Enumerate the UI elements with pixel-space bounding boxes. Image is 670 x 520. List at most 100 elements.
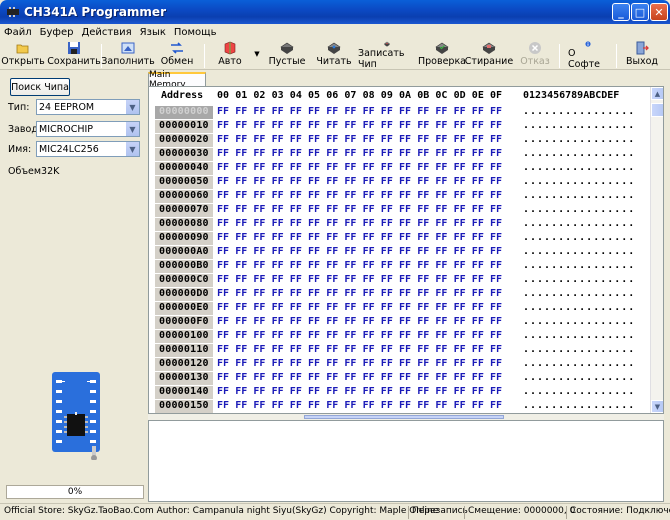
hex-byte[interactable]: FF xyxy=(472,218,484,229)
hex-byte[interactable]: FF xyxy=(308,176,320,187)
hex-byte[interactable]: FF xyxy=(363,260,375,271)
hex-byte[interactable]: FF xyxy=(253,134,265,145)
hex-byte[interactable]: FF xyxy=(290,274,302,285)
hex-byte[interactable]: FF xyxy=(217,344,229,355)
hex-byte[interactable]: FF xyxy=(217,358,229,369)
hex-byte[interactable]: FF xyxy=(363,372,375,383)
hex-row[interactable]: 00000100 FF FF FF FF FF FF FF FF FF FF FF FF FF FF FF FF… xyxy=(149,329,651,343)
verify-button[interactable]: Проверка xyxy=(418,40,466,70)
hex-byte[interactable]: FF xyxy=(344,386,356,397)
hex-byte[interactable]: FF xyxy=(217,204,229,215)
hex-byte[interactable]: FF xyxy=(381,106,393,117)
hex-byte[interactable]: FF xyxy=(417,218,429,229)
hex-byte[interactable]: FF xyxy=(217,260,229,271)
hex-byte[interactable]: FF xyxy=(490,358,502,369)
hex-byte[interactable]: FF xyxy=(399,232,411,243)
hex-byte[interactable]: FF xyxy=(490,246,502,257)
hex-byte[interactable]: FF xyxy=(381,372,393,383)
hex-byte[interactable]: FF xyxy=(363,218,375,229)
hex-byte[interactable]: FF xyxy=(326,218,338,229)
ascii-cell[interactable]: ................ xyxy=(523,204,635,215)
hex-byte[interactable]: FF xyxy=(381,316,393,327)
hex-byte[interactable]: FF xyxy=(326,148,338,159)
hex-byte[interactable]: FF xyxy=(308,232,320,243)
hex-byte[interactable]: FF xyxy=(399,218,411,229)
hex-byte[interactable]: FF xyxy=(472,190,484,201)
hex-byte[interactable]: FF xyxy=(344,232,356,243)
tab-main-memory[interactable]: Main Memory xyxy=(148,70,206,90)
hex-byte[interactable]: FF xyxy=(253,176,265,187)
hex-row[interactable]: 000000C0 FF FF FF FF FF FF FF FF FF FF FF FF FF FF FF FF… xyxy=(149,273,651,287)
hex-byte[interactable]: FF xyxy=(454,316,466,327)
hex-byte[interactable]: FF xyxy=(344,218,356,229)
hex-row[interactable]: 000000E0 FF FF FF FF FF FF FF FF FF FF FF FF FF FF FF FF… xyxy=(149,301,651,315)
hex-byte[interactable]: FF xyxy=(326,120,338,131)
hex-byte[interactable]: FF xyxy=(290,134,302,145)
hex-byte[interactable]: FF xyxy=(253,302,265,313)
menu-actions[interactable]: Действия xyxy=(81,27,131,38)
hex-byte[interactable]: FF xyxy=(399,134,411,145)
maximize-button[interactable]: □ xyxy=(631,3,649,21)
hex-byte[interactable]: FF xyxy=(308,274,320,285)
hex-byte[interactable]: FF xyxy=(272,134,284,145)
hex-byte[interactable]: FF xyxy=(290,148,302,159)
hex-byte[interactable]: FF xyxy=(417,134,429,145)
hex-byte[interactable]: FF xyxy=(253,120,265,131)
auto-button[interactable]: Авто xyxy=(212,40,248,70)
hex-row[interactable]: 00000020 FF FF FF FF FF FF FF FF FF FF FF FF FF FF FF FF… xyxy=(149,133,651,147)
hex-byte[interactable]: FF xyxy=(253,260,265,271)
hex-byte[interactable]: FF xyxy=(399,106,411,117)
hex-byte[interactable]: FF xyxy=(435,330,447,341)
hex-byte[interactable]: FF xyxy=(417,204,429,215)
hex-byte[interactable]: FF xyxy=(363,106,375,117)
hex-byte[interactable]: FF xyxy=(381,218,393,229)
hex-byte[interactable]: FF xyxy=(435,260,447,271)
ascii-cell[interactable]: ................ xyxy=(523,344,635,355)
hex-byte[interactable]: FF xyxy=(344,190,356,201)
hex-byte[interactable]: FF xyxy=(417,232,429,243)
hex-byte[interactable]: FF xyxy=(326,134,338,145)
hex-byte[interactable]: FF xyxy=(344,344,356,355)
hex-byte[interactable]: FF xyxy=(290,344,302,355)
hex-byte[interactable]: FF xyxy=(399,148,411,159)
hex-byte[interactable]: FF xyxy=(217,288,229,299)
hex-byte[interactable]: FF xyxy=(435,190,447,201)
hex-byte[interactable]: FF xyxy=(290,204,302,215)
hex-byte[interactable]: FF xyxy=(454,218,466,229)
hex-byte[interactable]: FF xyxy=(272,288,284,299)
hex-byte[interactable]: FF xyxy=(399,330,411,341)
hex-byte[interactable]: FF xyxy=(490,330,502,341)
hex-byte[interactable]: FF xyxy=(344,120,356,131)
hex-byte[interactable]: FF xyxy=(326,274,338,285)
hex-byte[interactable]: FF xyxy=(235,330,247,341)
hex-byte[interactable]: FF xyxy=(235,302,247,313)
hex-byte[interactable]: FF xyxy=(454,148,466,159)
open-button[interactable]: Открыть xyxy=(1,40,45,70)
hex-byte[interactable]: FF xyxy=(472,372,484,383)
hex-byte[interactable]: FF xyxy=(381,134,393,145)
hex-byte[interactable]: FF xyxy=(253,204,265,215)
hex-byte[interactable]: FF xyxy=(417,274,429,285)
hex-byte[interactable]: FF xyxy=(363,344,375,355)
hex-byte[interactable]: FF xyxy=(253,148,265,159)
hex-byte[interactable]: FF xyxy=(290,386,302,397)
hex-byte[interactable]: FF xyxy=(472,148,484,159)
hex-byte[interactable]: FF xyxy=(253,162,265,173)
hex-byte[interactable]: FF xyxy=(363,204,375,215)
hex-byte[interactable]: FF xyxy=(417,330,429,341)
hex-byte[interactable]: FF xyxy=(235,232,247,243)
hex-byte[interactable]: FF xyxy=(308,218,320,229)
hex-byte[interactable]: FF xyxy=(381,232,393,243)
menu-file[interactable]: Файл xyxy=(4,27,32,38)
hex-byte[interactable]: FF xyxy=(435,232,447,243)
hex-byte[interactable]: FF xyxy=(217,316,229,327)
hex-byte[interactable]: FF xyxy=(272,204,284,215)
hex-byte[interactable]: FF xyxy=(344,372,356,383)
hex-byte[interactable]: FF xyxy=(417,344,429,355)
hex-byte[interactable]: FF xyxy=(290,246,302,257)
name-select[interactable]: MIC24LC256 ▼ xyxy=(36,141,140,157)
hex-row[interactable]: 00000090 FF FF FF FF FF FF FF FF FF FF FF FF FF FF FF FF… xyxy=(149,231,651,245)
hex-byte[interactable]: FF xyxy=(472,176,484,187)
hex-byte[interactable]: FF xyxy=(272,162,284,173)
hex-row[interactable]: 000000B0 FF FF FF FF FF FF FF FF FF FF FF FF FF FF FF FF… xyxy=(149,259,651,273)
